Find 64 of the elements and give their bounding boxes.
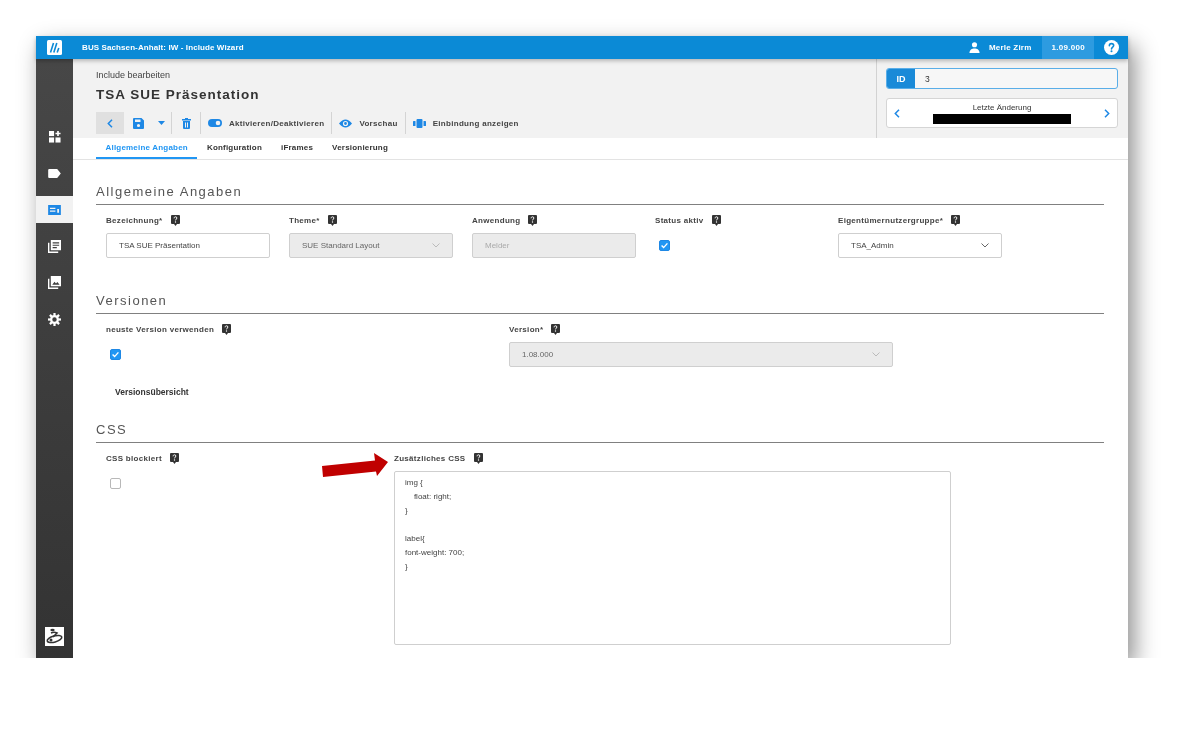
logo-icon (45, 627, 64, 646)
save-icon (132, 117, 144, 129)
help-icon[interactable] (951, 214, 961, 226)
page-subtitle: Include bearbeiten (96, 69, 171, 81)
field-label: neuste Version verwenden (106, 324, 215, 334)
app-title: BUS Sachsen-Anhalt: IW - Include Wizard (82, 43, 244, 52)
checkbox[interactable] (659, 240, 670, 251)
help-icon[interactable] (528, 214, 538, 226)
chevron-down-icon (432, 243, 440, 248)
eye-icon (339, 118, 353, 128)
preview-button[interactable]: Vorschau (332, 117, 405, 129)
section-heading: CSS (96, 422, 128, 438)
tab[interactable]: Versionierung (322, 138, 398, 159)
section-heading: Versionen (96, 293, 168, 309)
text-field[interactable]: TSA SUE Präsentation (106, 233, 270, 258)
tag-icon (48, 168, 61, 178)
field-label: Status aktiv (655, 215, 704, 225)
checkbox[interactable] (110, 478, 121, 489)
version-number: 1.09.000 (1042, 36, 1094, 59)
page-title: TSA SUE Präsentation (96, 86, 260, 104)
id-value: 3 (924, 72, 930, 86)
tab[interactable]: iFrames (271, 138, 323, 159)
dashboard-icon (48, 130, 61, 143)
trash-icon (181, 117, 191, 129)
help-icon[interactable] (327, 214, 337, 226)
chevron-left-icon (107, 118, 113, 128)
help-icon[interactable] (473, 452, 483, 464)
section-heading: Allgemeine Angaben (96, 184, 243, 200)
photos-icon (48, 276, 61, 289)
field-label: Eigentümernutzergruppe* (838, 215, 944, 225)
tab[interactable]: Konfiguration (197, 138, 272, 159)
user-icon (969, 42, 980, 53)
help-icon[interactable] (222, 323, 232, 335)
version-overview-button[interactable]: Versionsübersicht (115, 387, 189, 397)
settings-icon (48, 312, 61, 326)
field-label: CSS blockiert (106, 453, 162, 463)
chevron-right-icon (1104, 108, 1110, 118)
help-icon[interactable] (551, 323, 561, 335)
css-textarea[interactable]: img { float: right; } label{ font-weight: 700; } (394, 471, 951, 645)
help-icon[interactable] (169, 452, 179, 464)
help-icon[interactable] (170, 214, 180, 226)
chevron-down-icon (981, 243, 989, 248)
user-name[interactable]: Merle Zirm (989, 43, 1032, 52)
activate-button[interactable]: Aktivieren/Deaktivieren (201, 117, 332, 129)
toggle-icon (208, 119, 222, 127)
field-label: Version* (509, 324, 544, 334)
help-icon[interactable] (711, 214, 721, 226)
checkbox[interactable] (110, 349, 121, 360)
last-change-label: Letzte Änderung (972, 102, 1032, 113)
field-label: Zusätzliches CSS (394, 453, 466, 463)
caret-down-icon (158, 121, 165, 125)
chevron-down-icon (872, 352, 880, 357)
dropdown-field[interactable]: TSA_Admin (838, 233, 1002, 258)
id-label: ID (887, 69, 915, 88)
chevron-left-icon (894, 108, 900, 118)
field-label: Theme* (289, 215, 320, 225)
annotation-arrow (322, 453, 388, 477)
documents-icon (48, 239, 61, 253)
logo-icon (47, 40, 62, 55)
field-label: Anwendung (472, 215, 521, 225)
columns-icon (412, 118, 426, 128)
embed-button[interactable]: Einbindung anzeigen (405, 117, 526, 129)
card-icon (48, 204, 61, 215)
field-label: Bezeichnung* (106, 215, 163, 225)
